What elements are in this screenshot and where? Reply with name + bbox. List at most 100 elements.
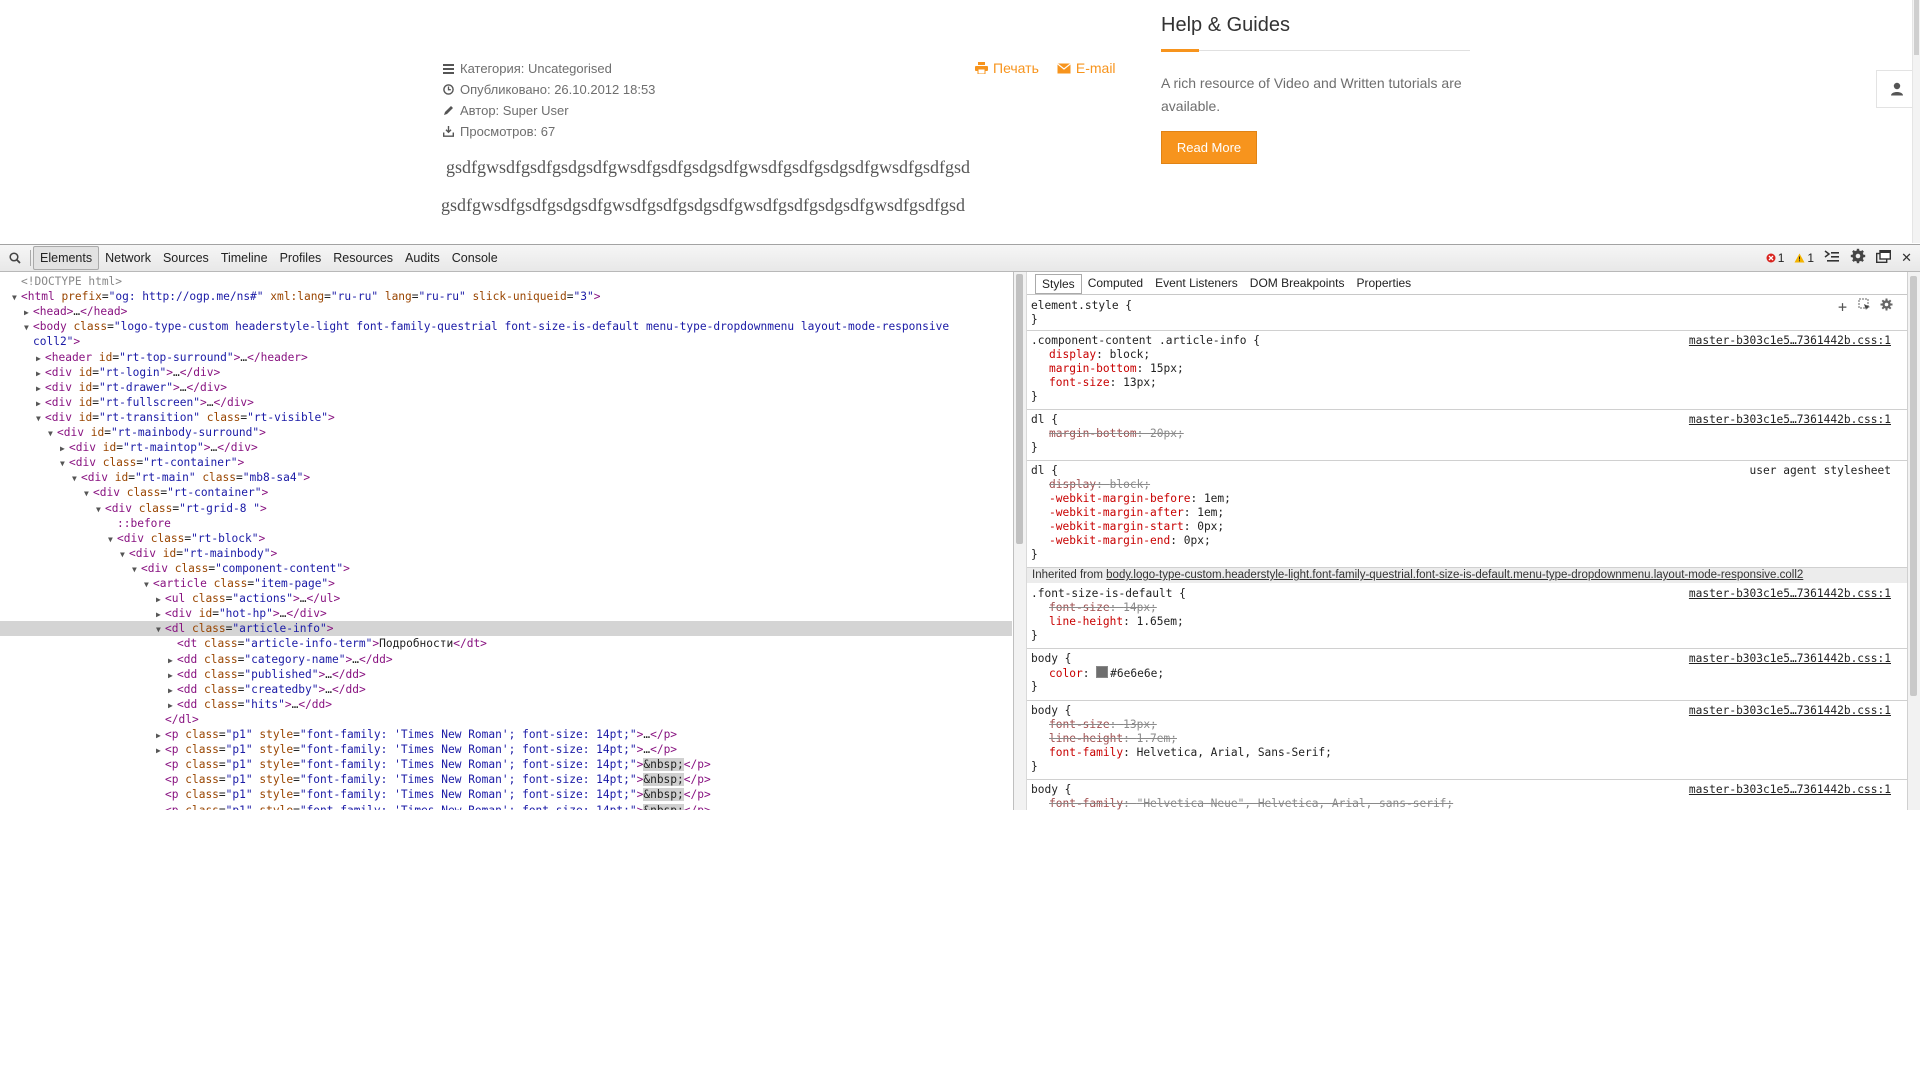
tab-dom-breakpoints[interactable]: DOM Breakpoints (1244, 274, 1351, 292)
add-rule-icon[interactable]: + (1838, 298, 1847, 316)
collapsed-triangle-icon[interactable]: ▶ (168, 683, 177, 698)
tab-elements[interactable]: Elements (33, 246, 100, 270)
elements-tree[interactable]: <!DOCTYPE html> ▼ <html prefix="og: http:/… (0, 272, 1012, 810)
dom-node[interactable]: </dl> (156, 712, 199, 727)
expanded-triangle-icon[interactable]: ▼ (132, 562, 141, 577)
tab-audits[interactable]: Audits (399, 247, 446, 269)
elements-scrollbar[interactable] (1013, 272, 1027, 810)
tab-network[interactable]: Network (99, 247, 157, 269)
collapsed-triangle-icon[interactable]: ▶ (156, 728, 165, 743)
dom-node[interactable]: ▶ <header id="rt-top-surround">…</header> (36, 350, 308, 365)
expanded-triangle-icon[interactable]: ▼ (108, 532, 117, 547)
collapsed-triangle-icon[interactable]: ▶ (24, 305, 33, 320)
tab-timeline[interactable]: Timeline (215, 247, 274, 269)
collapsed-triangle-icon[interactable]: ▶ (168, 653, 177, 668)
console-drawer-icon[interactable] (1824, 250, 1840, 265)
styles-scrollbar-thumb[interactable] (1910, 276, 1917, 696)
dom-node[interactable]: <p class="p1" style="font-family: 'Times… (156, 787, 711, 802)
inspect-search-icon[interactable] (0, 252, 30, 264)
tab-profiles[interactable]: Profiles (274, 247, 328, 269)
expanded-triangle-icon[interactable]: ▼ (36, 411, 45, 426)
dom-node[interactable]: ▶ <div id="rt-maintop">…</div> (60, 440, 258, 455)
rule-element-style[interactable]: element.style { } + (1027, 296, 1907, 331)
rule-dl-user-agent[interactable]: dl { user agent stylesheet display: bloc… (1027, 461, 1907, 568)
dom-node[interactable]: <p class="p1" style="font-family: 'Times… (156, 772, 711, 787)
dom-node[interactable]: ::before (108, 516, 171, 531)
inherited-from-link[interactable]: body.logo-type-custom.headerstyle-light.… (1106, 569, 1803, 581)
dom-node-selected[interactable]: ▼ <dl class="article-info"> (0, 621, 1012, 637)
collapsed-triangle-icon[interactable]: ▶ (168, 668, 177, 683)
tab-properties[interactable]: Properties (1350, 274, 1417, 292)
close-devtools-icon[interactable]: ✕ (1901, 250, 1912, 266)
expanded-triangle-icon[interactable]: ▼ (156, 622, 165, 637)
dom-node[interactable]: ▼ <div id="rt-transition" class="rt-visib… (36, 410, 335, 425)
rule-source-link[interactable]: master-b303c1e5…7361442b.css:1 (1689, 334, 1891, 348)
print-link[interactable]: Печать (975, 60, 1039, 76)
warning-counter[interactable]: 1 (1794, 251, 1814, 265)
dom-node[interactable]: ▼ <div class="rt-container"> (60, 455, 244, 470)
color-swatch[interactable] (1096, 666, 1109, 678)
collapsed-triangle-icon[interactable]: ▶ (60, 441, 69, 456)
collapsed-triangle-icon[interactable]: ▶ (36, 351, 45, 366)
dom-node[interactable]: ▼ <div class="component-content"> (132, 561, 350, 576)
tab-styles[interactable]: Styles (1035, 274, 1082, 294)
tab-console[interactable]: Console (446, 247, 504, 269)
page-scrollbar-thumb[interactable] (1914, 0, 1919, 55)
collapsed-triangle-icon[interactable]: ▶ (36, 396, 45, 411)
tab-event-listeners[interactable]: Event Listeners (1149, 274, 1244, 292)
dom-node[interactable]: ▼ <div class="rt-container"> (84, 485, 268, 500)
collapsed-triangle-icon[interactable]: ▶ (168, 698, 177, 713)
dom-node[interactable]: ▼ <body class="logo-type-custom headersty… (24, 319, 949, 334)
dom-node[interactable]: coll2"> (24, 334, 80, 349)
dom-node[interactable]: ▶ <dd class="published">…</dd> (168, 667, 366, 682)
expanded-triangle-icon[interactable]: ▼ (12, 290, 21, 305)
dom-node[interactable]: ▶ <p class="p1" style="font-family: 'Time… (156, 742, 677, 757)
expanded-triangle-icon[interactable]: ▼ (84, 486, 93, 501)
dom-node[interactable]: ▶ <p class="p1" style="font-family: 'Time… (156, 727, 677, 742)
dom-node[interactable]: ▶ <div id="rt-fullscreen">…</div> (36, 395, 254, 410)
collapsed-triangle-icon[interactable]: ▶ (156, 743, 165, 758)
dom-node[interactable]: ▶ <ul class="actions">…</ul> (156, 591, 340, 606)
login-tab[interactable] (1876, 70, 1917, 108)
dom-node[interactable]: ▼ <div id="rt-mainbody-surround"> (48, 425, 266, 440)
tab-computed[interactable]: Computed (1082, 274, 1149, 292)
styles-gear-icon[interactable] (1880, 298, 1893, 314)
dom-node[interactable]: ▶ <dd class="createdby">…</dd> (168, 682, 366, 697)
expanded-triangle-icon[interactable]: ▼ (120, 547, 129, 562)
rule-body-font[interactable]: body { master-b303c1e5…7361442b.css:1 fo… (1027, 701, 1907, 780)
rule-body-color[interactable]: body { master-b303c1e5…7361442b.css:1 co… (1027, 649, 1907, 701)
rule-dl-author[interactable]: dl { master-b303c1e5…7361442b.css:1 marg… (1027, 410, 1907, 461)
dom-node[interactable]: ▶ <div id="rt-drawer">…</div> (36, 380, 227, 395)
styles-scrollbar[interactable] (1907, 272, 1920, 810)
dom-node[interactable]: ▼ <div class="rt-block"> (108, 531, 265, 546)
dom-node[interactable]: <p class="p1" style="font-family: 'Times… (156, 803, 711, 810)
dom-node[interactable]: <!DOCTYPE html> (12, 274, 122, 289)
dom-node[interactable]: ▶ <dd class="hits">…</dd> (168, 697, 332, 712)
expanded-triangle-icon[interactable]: ▼ (72, 471, 81, 486)
rule-article-info[interactable]: .component-content .article-info { maste… (1027, 331, 1907, 410)
rule-body-font-2[interactable]: body { master-b303c1e5…7361442b.css:1 fo… (1027, 780, 1907, 810)
dom-node[interactable]: ▶ <dd class="category-name">…</dd> (168, 652, 393, 667)
expanded-triangle-icon[interactable]: ▼ (96, 502, 105, 517)
dom-node[interactable]: ▼ <div id="rt-mainbody"> (120, 546, 277, 561)
tab-resources[interactable]: Resources (327, 247, 399, 269)
dom-node[interactable]: ▼ <div id="rt-main" class="mb8-sa4"> (72, 470, 310, 485)
dom-node[interactable]: <p class="p1" style="font-family: 'Times… (156, 757, 711, 772)
expanded-triangle-icon[interactable]: ▼ (144, 577, 153, 592)
dom-node[interactable]: <dt class="article-info-term">Подробност… (168, 636, 487, 651)
collapsed-triangle-icon[interactable]: ▶ (156, 592, 165, 607)
toggle-state-icon[interactable] (1858, 298, 1871, 314)
email-link[interactable]: E-mail (1057, 60, 1116, 76)
dom-node[interactable]: ▶ <head>…</head> (24, 304, 127, 319)
elements-scrollbar-thumb[interactable] (1016, 274, 1023, 544)
dom-node[interactable]: ▶ <div id="rt-login">…</div> (36, 365, 220, 380)
read-more-button[interactable]: Read More (1161, 131, 1257, 164)
rule-font-size-default[interactable]: .font-size-is-default { master-b303c1e5…… (1027, 584, 1907, 649)
collapsed-triangle-icon[interactable]: ▶ (36, 366, 45, 381)
dom-node[interactable]: ▼ <div class="rt-grid-8 "> (96, 501, 267, 516)
error-counter[interactable]: 1 (1766, 251, 1784, 265)
settings-gear-icon[interactable] (1850, 248, 1866, 267)
tab-sources[interactable]: Sources (157, 247, 215, 269)
expanded-triangle-icon[interactable]: ▼ (24, 320, 33, 335)
collapsed-triangle-icon[interactable]: ▶ (156, 607, 165, 622)
